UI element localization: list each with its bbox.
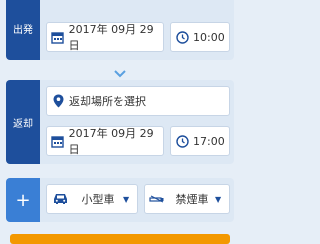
pickup-date: 2017年 09月 29日 (68, 23, 154, 52)
smoking-select[interactable]: 禁煙車 ▼ (144, 184, 230, 214)
plus-icon: + (15, 189, 31, 211)
smoking-value: 禁煙車 (175, 193, 209, 206)
dropdown-arrow-icon: ▼ (215, 194, 222, 204)
car-icon (47, 193, 73, 205)
pickup-card: 出発 2017年 09月 29日 10:00 (6, 0, 234, 60)
pickup-time-field[interactable]: 10:00 (170, 22, 230, 52)
pickup-side-label: 出発 (6, 0, 40, 60)
dropdown-arrow-icon: ▼ (123, 194, 130, 204)
return-location-placeholder: 返却場所を選択 (69, 95, 146, 108)
search-button[interactable] (10, 234, 230, 244)
return-date: 2017年 09月 29日 (68, 127, 154, 156)
calendar-icon (47, 135, 69, 148)
calendar-icon (47, 31, 69, 44)
return-card: 返却 返却場所を選択 2017年 09月 29日 17:00 (6, 80, 234, 164)
car-size-value: 小型車 (81, 193, 115, 206)
car-size-select[interactable]: 小型車 ▼ (46, 184, 138, 214)
clock-icon (171, 30, 193, 44)
return-label: 返却 (13, 118, 33, 130)
return-location-field[interactable]: 返却場所を選択 (46, 86, 230, 116)
return-date-field[interactable]: 2017年 09月 29日 (46, 126, 164, 156)
pickup-time: 10:00 (193, 30, 225, 44)
no-smoking-icon (145, 195, 169, 203)
return-time: 17:00 (193, 134, 225, 148)
options-card: + 小型車 ▼ 禁煙車 ▼ (6, 178, 234, 222)
chevron-down-icon (113, 64, 127, 78)
pickup-label: 出発 (13, 24, 33, 36)
add-options-button[interactable]: + (6, 178, 40, 222)
location-pin-icon (47, 94, 69, 108)
pickup-date-field[interactable]: 2017年 09月 29日 (46, 22, 164, 52)
clock-icon (171, 134, 193, 148)
return-time-field[interactable]: 17:00 (170, 126, 230, 156)
return-side-label: 返却 (6, 80, 40, 164)
